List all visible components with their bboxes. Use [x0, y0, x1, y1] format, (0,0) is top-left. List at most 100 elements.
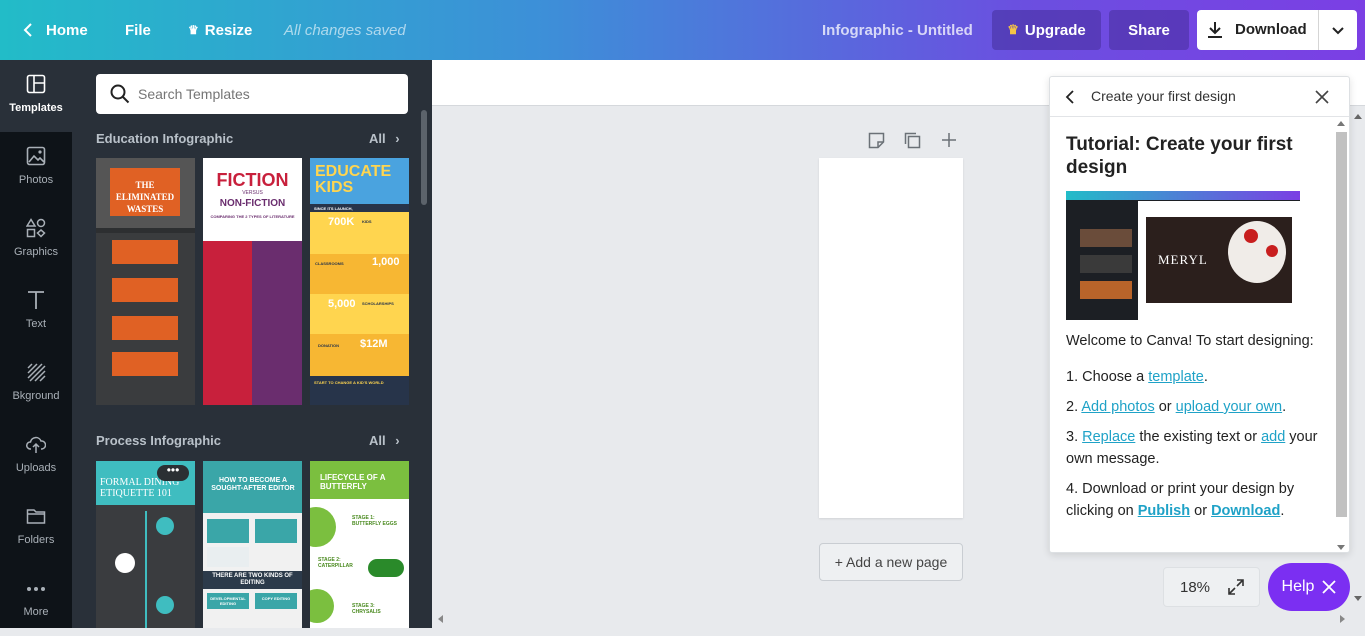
- rail-label: Graphics: [13, 246, 59, 258]
- scroll-down-arrow[interactable]: [1337, 545, 1345, 550]
- photos-icon: [26, 146, 46, 166]
- rail-item-more[interactable]: More: [0, 564, 72, 636]
- zoom-control[interactable]: 18%: [1163, 567, 1260, 607]
- section-title-process: Process Infographic: [96, 433, 221, 448]
- top-bar: Home File ♛ Resize All changes saved Inf…: [0, 0, 1365, 60]
- step-text: or: [1190, 503, 1212, 519]
- download-link[interactable]: Download: [1211, 503, 1280, 519]
- template-text: $12M: [360, 338, 388, 350]
- template-text: CLASSROOMS: [315, 261, 344, 266]
- step-text: 2.: [1066, 399, 1082, 415]
- canvas-horizontal-scrollbar[interactable]: [432, 611, 1352, 628]
- file-menu[interactable]: File: [125, 0, 151, 60]
- template-thumbnail[interactable]: EDUCATE KIDS SINCE ITS LAUNCH, 700K KIDS…: [310, 158, 409, 405]
- download-button[interactable]: Download: [1197, 10, 1357, 50]
- template-title: EDUCATE KIDS: [315, 163, 392, 196]
- upgrade-button[interactable]: ♛ Upgrade: [992, 10, 1101, 50]
- home-label: Home: [46, 21, 88, 39]
- template-text: DEVELOPMENTAL EDITING: [207, 593, 249, 609]
- rail-label: Folders: [17, 534, 55, 546]
- template-text: STAGE 1: BUTTERFLY EGGS: [352, 515, 398, 527]
- template-title: HOW TO BECOME A SOUGHT-AFTER EDITOR: [211, 477, 295, 492]
- rail-item-graphics[interactable]: Graphics: [0, 204, 72, 276]
- step-text: or: [1154, 399, 1176, 415]
- add-page-icon[interactable]: [941, 132, 957, 153]
- panel-scrollbar[interactable]: [421, 110, 427, 205]
- add-photos-link[interactable]: Add photos: [1081, 399, 1154, 415]
- search-input[interactable]: [138, 86, 388, 102]
- page-note-icon[interactable]: [868, 132, 885, 154]
- template-thumbnail[interactable]: FICTION VERSUS NON-FICTION COMPARING THE…: [203, 158, 302, 405]
- template-text: STAGE 3: CHRYSALIS: [352, 603, 381, 615]
- design-page[interactable]: [819, 158, 963, 518]
- rail-label: More: [23, 606, 49, 618]
- publish-link[interactable]: Publish: [1138, 503, 1190, 519]
- template-text: KIDS: [362, 219, 372, 224]
- rail-item-templates[interactable]: Templates: [0, 60, 72, 132]
- add-link[interactable]: add: [1261, 429, 1285, 445]
- zoom-value: 18%: [1180, 579, 1211, 596]
- template-text: COPY EDITING: [255, 593, 297, 609]
- add-new-page-button[interactable]: + Add a new page: [819, 543, 963, 581]
- template-thumbnail[interactable]: HOW TO BECOME A SOUGHT-AFTER EDITOR THER…: [203, 461, 302, 628]
- rail-item-photos[interactable]: Photos: [0, 132, 72, 204]
- graphics-icon: [26, 218, 46, 238]
- template-text: NON-FICTION: [219, 198, 286, 209]
- search-box[interactable]: [96, 74, 408, 114]
- help-label: Help: [1281, 578, 1315, 595]
- canvas-vertical-scrollbar[interactable]: [1352, 106, 1365, 611]
- scroll-up-arrow[interactable]: [1354, 114, 1362, 119]
- template-text: SINCE ITS LAUNCH,: [310, 204, 409, 212]
- tutorial-body: Tutorial: Create your first design MERYL…: [1066, 133, 1318, 530]
- rail-item-uploads[interactable]: Uploads: [0, 420, 72, 492]
- templates-icon: [26, 74, 46, 94]
- back-icon[interactable]: [1064, 89, 1076, 105]
- tutorial-scrollbar[interactable]: [1336, 121, 1347, 553]
- template-thumbnail[interactable]: FORMAL DINING ETIQUETTE 101 •••: [96, 461, 195, 628]
- see-all-label: All: [369, 433, 386, 448]
- scroll-left-arrow[interactable]: [438, 615, 443, 623]
- rail-item-folders[interactable]: Folders: [0, 492, 72, 564]
- background-icon: [27, 363, 46, 382]
- resize-button[interactable]: ♛ Resize: [188, 0, 252, 60]
- upgrade-label: Upgrade: [1024, 21, 1086, 39]
- template-link[interactable]: template: [1148, 369, 1204, 385]
- share-button[interactable]: Share: [1109, 10, 1189, 50]
- see-all-education[interactable]: All ›: [369, 131, 400, 146]
- template-thumbnail[interactable]: THE ELIMINATED WASTES: [96, 158, 195, 405]
- template-text: STAGE 2: CATERPILLAR: [318, 557, 353, 569]
- step-text: 3.: [1066, 429, 1083, 445]
- help-button[interactable]: Help: [1268, 563, 1350, 611]
- rail-item-background[interactable]: Bkground: [0, 348, 72, 420]
- duplicate-page-icon[interactable]: [904, 132, 921, 154]
- template-text: COMPARING THE 2 TYPES OF LITERATURE: [210, 214, 295, 219]
- crown-icon: ♛: [1007, 22, 1019, 37]
- tutorial-header-title: Create your first design: [1091, 88, 1236, 104]
- upload-your-own-link[interactable]: upload your own: [1176, 399, 1282, 415]
- see-all-process[interactable]: All ›: [369, 433, 400, 448]
- section-title-education: Education Infographic: [96, 131, 234, 146]
- scroll-up-arrow[interactable]: [1337, 121, 1345, 126]
- template-text: 1,000: [372, 256, 400, 268]
- crown-icon: ♛: [188, 23, 199, 37]
- document-title[interactable]: Infographic - Untitled: [822, 0, 973, 60]
- template-title: FICTION: [216, 170, 289, 190]
- fullscreen-icon[interactable]: [1227, 578, 1245, 596]
- template-thumbnail[interactable]: LIFECYCLE OF A BUTTERFLY STAGE 1: BUTTER…: [310, 461, 409, 628]
- replace-link[interactable]: Replace: [1082, 429, 1135, 445]
- scrollbar-thumb[interactable]: [1336, 132, 1347, 517]
- step-text: .: [1203, 369, 1208, 385]
- scroll-down-arrow[interactable]: [1354, 596, 1362, 601]
- scroll-right-arrow[interactable]: [1340, 615, 1345, 623]
- more-options-icon[interactable]: •••: [157, 464, 189, 481]
- home-button[interactable]: Home: [22, 0, 88, 60]
- templates-panel: Education Infographic All › THE ELIMINAT…: [72, 60, 432, 628]
- see-all-label: All: [369, 131, 386, 146]
- template-text: SCHOLARSHIPS: [362, 301, 394, 306]
- tutorial-step: 2. Add photos or upload your own.: [1066, 396, 1318, 418]
- close-icon[interactable]: [1314, 89, 1330, 105]
- rail-item-text[interactable]: Text: [0, 276, 72, 348]
- chevron-down-icon[interactable]: [1331, 24, 1345, 41]
- chevron-left-icon: [23, 23, 32, 37]
- template-text: 700K: [328, 216, 355, 228]
